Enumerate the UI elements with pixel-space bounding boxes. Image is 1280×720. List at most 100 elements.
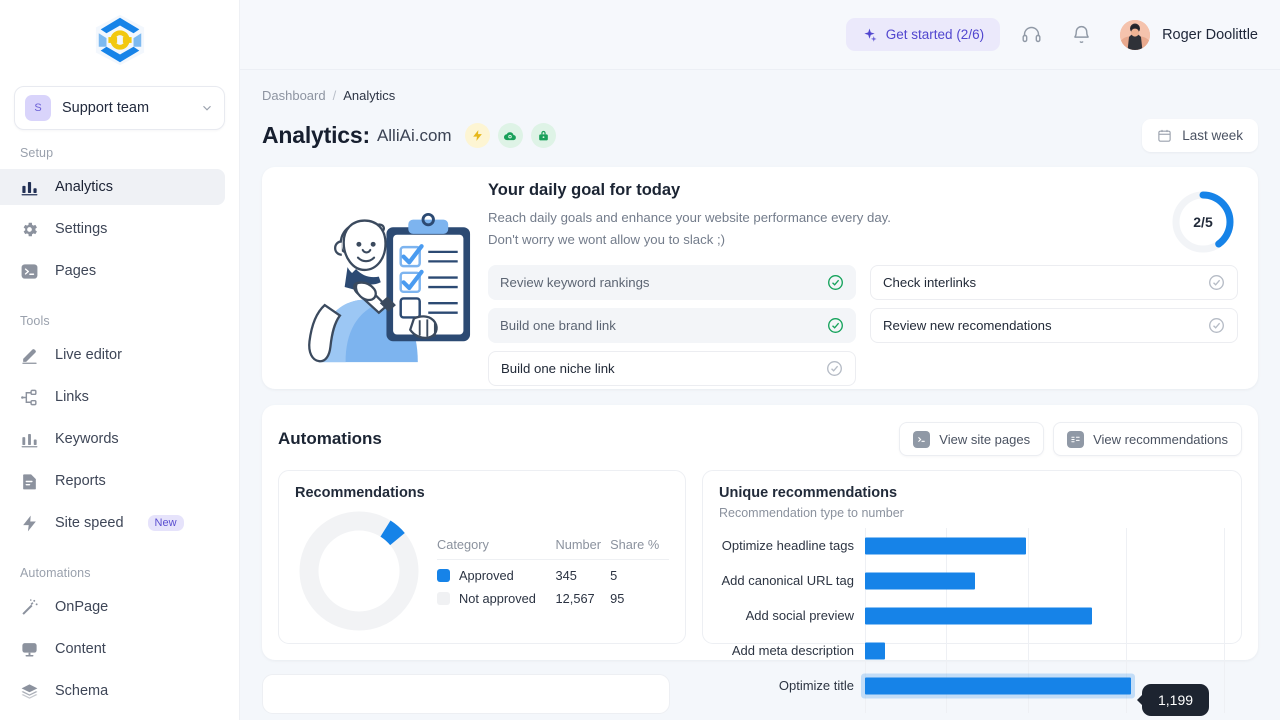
notifications-button[interactable]	[1062, 16, 1100, 54]
alliai-logo	[91, 12, 149, 68]
bar-label: Add canonical URL tag	[719, 573, 865, 588]
cell-category: Approved	[437, 559, 556, 583]
bar-track	[865, 633, 1225, 668]
magic-wand-icon	[20, 598, 39, 617]
bar[interactable]	[865, 572, 975, 589]
category-label: Approved	[459, 568, 514, 583]
daily-goal-card: Your daily goal for today Reach daily go…	[262, 167, 1258, 389]
recommendations-chart-area: Category Number Share %	[295, 507, 669, 635]
task-label: Review keyword rankings	[500, 275, 827, 290]
task-item[interactable]: Review keyword rankings	[488, 265, 856, 300]
get-started-label: Get started (2/6)	[886, 27, 984, 42]
sidebar-item-schema[interactable]: Schema	[0, 673, 225, 709]
table-header-row: Category Number Share %	[437, 537, 669, 560]
sparkle-icon	[862, 27, 877, 42]
page-title: Analytics:	[262, 122, 370, 149]
view-recommendations-label: View recommendations	[1093, 432, 1228, 447]
view-recommendations-button[interactable]: View recommendations	[1053, 422, 1242, 456]
unique-recommendations-bar-chart: Optimize headline tags Add canonical URL…	[719, 528, 1225, 713]
legend-swatch-approved	[437, 569, 450, 582]
date-filter-button[interactable]: Last week	[1142, 119, 1258, 152]
lightning-badge[interactable]	[465, 123, 490, 148]
sidebar-item-analytics[interactable]: Analytics	[0, 169, 225, 205]
automations-actions: View site pages View recommendations	[899, 422, 1242, 456]
bar-highlighted[interactable]	[865, 677, 1131, 694]
unique-panel-subtitle: Recommendation type to number	[719, 506, 1225, 520]
get-started-button[interactable]: Get started (2/6)	[846, 18, 1000, 51]
user-name: Roger Doolittle	[1162, 27, 1258, 43]
view-site-pages-button[interactable]: View site pages	[899, 422, 1044, 456]
unique-panel-title: Unique recommendations	[719, 485, 1225, 501]
sidebar-item-keywords[interactable]: Keywords	[0, 421, 225, 457]
headset-button[interactable]	[1012, 16, 1050, 54]
check-circle-icon	[827, 317, 844, 334]
recommendations-table: Category Number Share %	[437, 537, 669, 606]
lock-badge[interactable]	[531, 123, 556, 148]
automations-panels: Recommendations	[278, 470, 1242, 644]
column-number: Number	[556, 537, 611, 560]
page-header: Analytics: AlliAi.com Last week	[262, 119, 1258, 152]
bar[interactable]	[865, 537, 1026, 554]
column-share: Share %	[610, 537, 669, 560]
lock-icon	[537, 129, 550, 142]
sidebar-item-label: Content	[55, 641, 106, 657]
team-avatar: S	[25, 95, 51, 121]
daily-goal-title: Your daily goal for today	[488, 181, 1238, 200]
task-item[interactable]: Build one niche link	[488, 351, 856, 386]
partial-bottom-card	[262, 674, 670, 714]
bar-row: Optimize headline tags	[719, 528, 1225, 563]
new-badge: New	[148, 515, 184, 531]
document-icon	[20, 472, 39, 491]
bar-row: Add meta description	[719, 633, 1225, 668]
sidebar-item-onpage[interactable]: OnPage	[0, 589, 225, 625]
sidebar-item-site-speed[interactable]: Site speed New	[0, 505, 225, 541]
task-label: Build one niche link	[501, 361, 826, 376]
sidebar-item-label: Settings	[55, 221, 107, 237]
bar-row: Add canonical URL tag	[719, 563, 1225, 598]
sidebar-item-live-editor[interactable]: Live editor	[0, 337, 225, 373]
sidebar-item-label: Site speed	[55, 515, 124, 531]
sidebar-item-links[interactable]: Links	[0, 379, 225, 415]
gear-icon	[20, 220, 39, 239]
bar[interactable]	[865, 642, 885, 659]
sidebar-item-pages[interactable]: Pages	[0, 253, 225, 289]
sidebar-item-label: Schema	[55, 683, 108, 699]
sidebar-item-content[interactable]: Content	[0, 631, 225, 667]
sidebar-item-settings[interactable]: Settings	[0, 211, 225, 247]
list-panel-icon	[1067, 431, 1084, 448]
bell-icon	[1071, 24, 1092, 45]
bar-label: Optimize headline tags	[719, 538, 865, 553]
category-label: Not approved	[459, 591, 536, 606]
daily-goal-progress-ring: 2/5	[1170, 189, 1236, 255]
bar-label: Optimize title	[719, 678, 865, 693]
daily-goal-task-grid: Review keyword rankings Check interlinks…	[488, 265, 1238, 386]
task-item[interactable]: Build one brand link	[488, 308, 856, 343]
task-label: Check interlinks	[883, 275, 1208, 290]
team-switcher[interactable]: S Support team	[14, 86, 225, 130]
user-menu[interactable]: Roger Doolittle	[1120, 20, 1258, 50]
automations-card: Automations View site pages	[262, 405, 1258, 660]
column-category: Category	[437, 537, 556, 560]
sidebar-item-reports[interactable]: Reports	[0, 463, 225, 499]
task-item[interactable]: Review new recomendations	[870, 308, 1238, 343]
logo-container[interactable]	[0, 0, 239, 80]
calendar-icon	[1157, 128, 1172, 143]
breadcrumb-analytics[interactable]: Analytics	[343, 88, 395, 103]
table-row: Approved 345 5	[437, 559, 669, 583]
cloud-icon	[503, 129, 517, 143]
bar[interactable]	[865, 607, 1092, 624]
terminal-icon	[913, 431, 930, 448]
recommendations-panel-title: Recommendations	[295, 485, 669, 501]
bar-track	[865, 563, 1225, 598]
daily-goal-body: Your daily goal for today Reach daily go…	[476, 181, 1238, 375]
task-item[interactable]: Check interlinks	[870, 265, 1238, 300]
date-filter-label: Last week	[1182, 128, 1243, 143]
breadcrumb-separator: /	[333, 88, 337, 103]
layers-icon	[20, 682, 39, 701]
task-label: Review new recomendations	[883, 318, 1208, 333]
page-content: Dashboard / Analytics Analytics: AlliAi.…	[240, 70, 1280, 720]
headset-icon	[1021, 24, 1042, 45]
cloud-badge[interactable]	[498, 123, 523, 148]
breadcrumb-dashboard[interactable]: Dashboard	[262, 88, 326, 103]
sidebar-item-label: Pages	[55, 263, 96, 279]
